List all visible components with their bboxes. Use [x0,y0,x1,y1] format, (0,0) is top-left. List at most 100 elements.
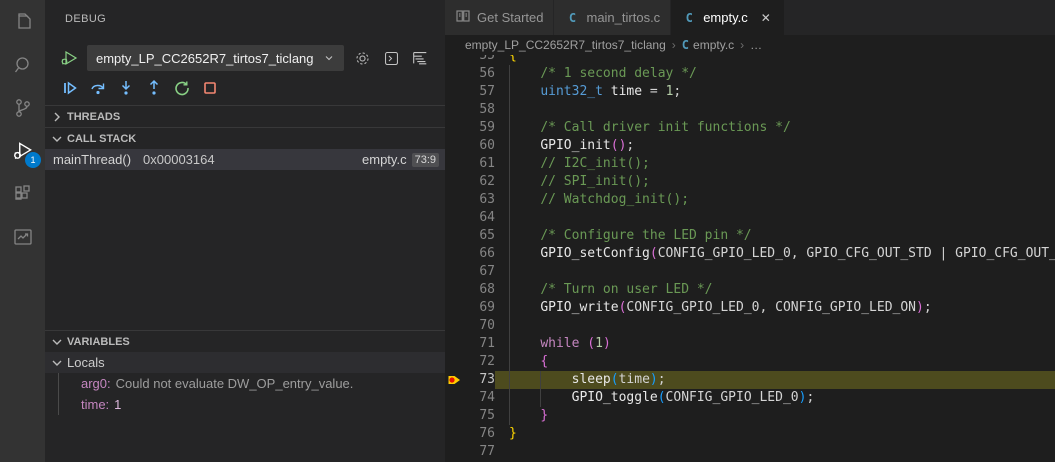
debug-console-icon[interactable] [380,47,402,69]
tab-empty-c[interactable]: Cempty.c✕ [671,0,785,35]
code-line[interactable]: 72 { [445,353,1055,371]
line-number: 72 [463,353,495,371]
breadcrumb-item[interactable]: Cempty.c [682,38,734,52]
gutter-breakpoint-area[interactable] [445,425,463,443]
code-line[interactable]: 64 [445,209,1055,227]
code-editor[interactable]: 55{56 /* 1 second delay */57 uint32_t ti… [445,55,1055,462]
code-line[interactable]: 77 [445,443,1055,461]
code-line-text [495,209,1055,227]
gutter-breakpoint-area[interactable] [445,281,463,299]
tab-label: main_tirtos.c [586,10,660,25]
call-stack-section-header[interactable]: CALL STACK [45,127,445,149]
gutter-breakpoint-area[interactable] [445,245,463,263]
code-line[interactable]: 71 while (1) [445,335,1055,353]
stop-icon[interactable] [200,78,220,98]
gutter-breakpoint-area[interactable] [445,65,463,83]
code-line[interactable]: 58 [445,101,1055,119]
code-line-text: uint32_t time = 1; [495,83,1055,101]
step-out-icon[interactable] [144,78,164,98]
code-line[interactable]: 75 } [445,407,1055,425]
code-line[interactable]: 76} [445,425,1055,443]
extensions-icon[interactable] [0,172,45,215]
frame-location-badge: 73:9 [412,153,439,167]
search-icon[interactable] [0,43,45,86]
locals-scope-row[interactable]: Locals [45,352,445,373]
code-line[interactable]: 66 GPIO_setConfig(CONFIG_GPIO_LED_0, GPI… [445,245,1055,263]
code-line[interactable]: 60 GPIO_init(); [445,137,1055,155]
code-line[interactable]: 74 GPIO_toggle(CONFIG_GPIO_LED_0); [445,389,1055,407]
code-line[interactable]: 55{ [445,55,1055,65]
performance-graph-icon[interactable] [0,215,45,258]
launch-row: empty_LP_CC2652R7_tirtos7_ticlang [45,45,445,71]
code-line[interactable]: 56 /* 1 second delay */ [445,65,1055,83]
source-control-icon[interactable] [0,86,45,129]
start-debug-icon[interactable] [58,47,80,69]
gutter-breakpoint-area[interactable] [445,55,463,65]
gutter-breakpoint-area[interactable] [445,191,463,209]
frame-address: 0x00003164 [143,152,215,167]
tab-main-tirtos-c[interactable]: Cmain_tirtos.c [554,0,671,35]
variable-row[interactable]: time:1 [59,394,445,415]
code-line-current[interactable]: 73 sleep(time); [445,371,1055,389]
breadcrumb-item[interactable]: … [750,38,762,52]
close-tab-icon[interactable]: ✕ [758,11,774,25]
tab-label: Get Started [477,10,543,25]
breadcrumb: empty_LP_CC2652R7_tirtos7_ticlang›Cempty… [445,35,1055,55]
gutter-breakpoint-area[interactable] [445,83,463,101]
indent-guide [540,371,541,389]
code-line[interactable]: 57 uint32_t time = 1; [445,83,1055,101]
launch-config-select[interactable]: empty_LP_CC2652R7_tirtos7_ticlang [87,45,344,71]
run-and-debug-icon[interactable]: 1 [0,129,45,172]
gutter-breakpoint-area[interactable] [445,353,463,371]
gutter-breakpoint-area[interactable] [445,389,463,407]
indent-guide [509,137,510,155]
gutter-breakpoint-area[interactable] [445,209,463,227]
gutter-breakpoint-area[interactable] [445,137,463,155]
gutter-breakpoint-area[interactable] [445,371,463,389]
tab-get-started[interactable]: Get Started [445,0,554,35]
code-line[interactable]: 63 // Watchdog_init(); [445,191,1055,209]
gutter-breakpoint-area[interactable] [445,101,463,119]
code-line-text: /* Configure the LED pin */ [495,227,1055,245]
code-line[interactable]: 59 /* Call driver init functions */ [445,119,1055,137]
code-line-text: /* 1 second delay */ [495,65,1055,83]
code-line[interactable]: 67 [445,263,1055,281]
launch-config-value: empty_LP_CC2652R7_tirtos7_ticlang [96,51,323,66]
restart-icon[interactable] [172,78,192,98]
stack-frame-row[interactable]: mainThread() 0x00003164 empty.c 73:9 [45,149,445,170]
gutter-breakpoint-area[interactable] [445,119,463,137]
line-number: 65 [463,227,495,245]
gutter-breakpoint-area[interactable] [445,335,463,353]
gutter-breakpoint-area[interactable] [445,263,463,281]
indent-guide [509,83,510,101]
gutter-breakpoint-area[interactable] [445,155,463,173]
code-line[interactable]: 65 /* Configure the LED pin */ [445,227,1055,245]
gutter-breakpoint-area[interactable] [445,173,463,191]
step-into-icon[interactable] [116,78,136,98]
variable-value: 1 [114,397,121,412]
variables-section-header[interactable]: VARIABLES [45,330,445,352]
explorer-icon[interactable] [0,0,45,43]
gutter-breakpoint-area[interactable] [445,227,463,245]
variable-row[interactable]: arg0:Could not evaluate DW_OP_entry_valu… [59,373,445,394]
code-line[interactable]: 70 [445,317,1055,335]
gutter-breakpoint-area[interactable] [445,317,463,335]
gutter-breakpoint-area[interactable] [445,443,463,461]
code-line-text: /* Turn on user LED */ [495,281,1055,299]
line-number: 77 [463,443,495,461]
gear-icon[interactable] [351,47,373,69]
code-line[interactable]: 61 // I2C_init(); [445,155,1055,173]
breadcrumb-label: … [750,38,762,52]
line-number: 57 [463,83,495,101]
breadcrumb-item[interactable]: empty_LP_CC2652R7_tirtos7_ticlang [465,38,666,52]
code-line[interactable]: 69 GPIO_write(CONFIG_GPIO_LED_0, CONFIG_… [445,299,1055,317]
code-line[interactable]: 68 /* Turn on user LED */ [445,281,1055,299]
panel-view-icon[interactable] [409,47,431,69]
gutter-breakpoint-area[interactable] [445,299,463,317]
code-line[interactable]: 62 // SPI_init(); [445,173,1055,191]
gutter-breakpoint-area[interactable] [445,407,463,425]
line-number: 60 [463,137,495,155]
threads-section-header[interactable]: THREADS [45,105,445,127]
continue-icon[interactable] [60,78,80,98]
step-over-icon[interactable] [88,78,108,98]
